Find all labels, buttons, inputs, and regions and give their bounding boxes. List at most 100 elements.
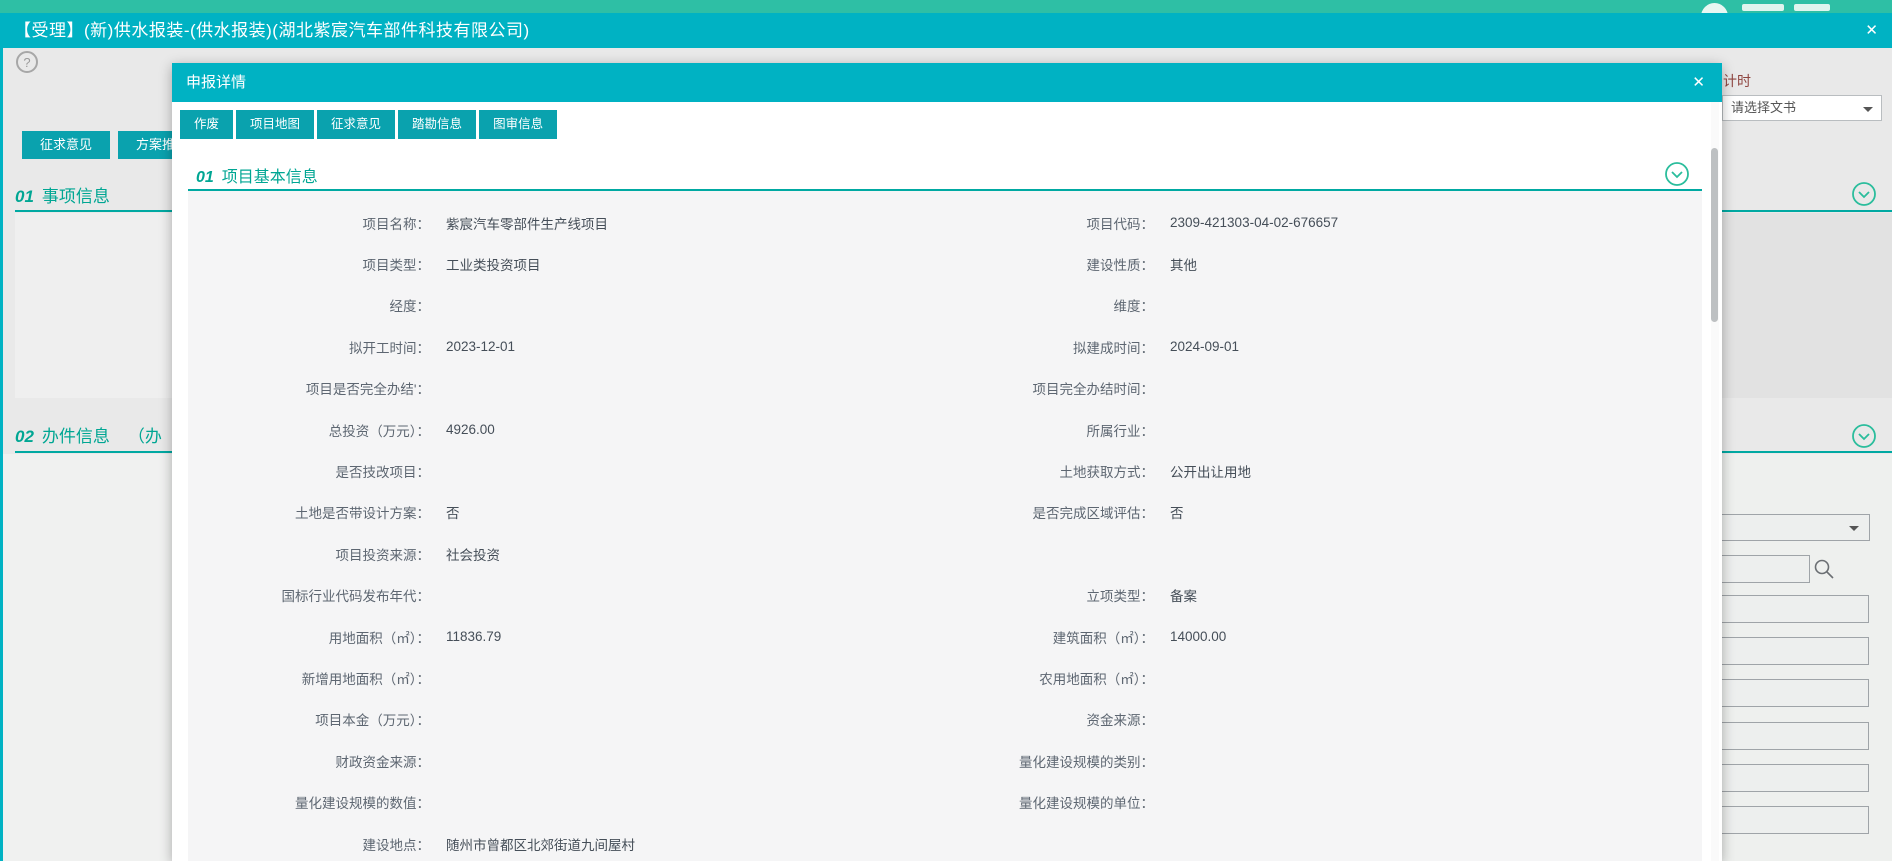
section-divider [1720, 210, 1892, 212]
form-row: 国标行业代码发布年代：立项类型：备案 [188, 575, 1702, 616]
declaration-detail-modal: 申报详情 ✕ 作废项目地图征求意见踏勘信息图审信息 01 项目基本信息 项目名称：… [172, 63, 1722, 861]
form-row: 项目是否完全办结'： 项目完全办结时间： [188, 368, 1702, 409]
form-row: 总投资（万元）：4926.00所属行业： [188, 409, 1702, 450]
field-label: 项目类型： [188, 254, 430, 274]
field-value: 2024-09-01 [1154, 339, 1702, 354]
field-label: 所属行业： [854, 420, 1154, 440]
document-select-value: 请选择文书 [1731, 100, 1796, 115]
form-row: 项目投资来源：社会投资 [188, 533, 1702, 574]
field-label: 用地面积（㎡）： [188, 627, 430, 647]
field-label: 量化建设规模的单位： [854, 792, 1154, 812]
collapse-chevron-icon[interactable] [1851, 181, 1877, 207]
window-titlebar: 【受理】(新)供水报装-(供水报装)(湖北紫宸汽车部件科技有限公司) ✕ [0, 13, 1892, 48]
field-label: 新增用地面积（㎡）： [188, 668, 430, 688]
field-label: 土地是否带设计方案： [188, 502, 430, 522]
field-label: 项目是否完全办结'： [188, 378, 430, 398]
field-label: 资金来源： [854, 709, 1154, 729]
window-close-icon[interactable]: ✕ [1865, 13, 1878, 48]
window-title: 【受理】(新)供水报装-(供水报装)(湖北紫宸汽车部件科技有限公司) [14, 13, 530, 48]
section-number: 01 [15, 187, 34, 206]
form-row: 量化建设规模的数值： 量化建设规模的单位： [188, 781, 1702, 822]
caret-down-icon [1863, 107, 1873, 112]
form-row: 建设地点：随州市曾都区北郊街道九间屋村 [188, 823, 1702, 861]
field-label: 经度： [188, 295, 430, 315]
bg-dropdown[interactable] [1718, 514, 1870, 541]
field-label: 总投资（万元）： [188, 420, 430, 440]
document-select[interactable]: 请选择文书 [1722, 95, 1882, 121]
timer-label: 计时 [1723, 71, 1751, 91]
modal-form: 项目名称：紫宸汽车零部件生产线项目项目代码：2309-421303-04-02-… [188, 191, 1702, 861]
search-icon[interactable] [1812, 557, 1836, 581]
form-row: 土地是否带设计方案：否是否完成区域评估：否 [188, 492, 1702, 533]
section-divider [1720, 451, 1892, 453]
modal-tab-void[interactable]: 作废 [180, 110, 233, 139]
section-divider [15, 210, 172, 212]
help-icon[interactable]: ? [16, 51, 38, 73]
field-value: 否 [1154, 502, 1702, 522]
bg-input-field[interactable] [1718, 637, 1869, 665]
field-label: 项目完全办结时间： [854, 378, 1154, 398]
field-value: 紫宸汽车零部件生产线项目 [430, 213, 854, 233]
field-value: 4926.00 [430, 422, 854, 437]
bg-input-field[interactable] [1718, 595, 1869, 623]
field-label: 维度： [854, 295, 1154, 315]
form-row: 项目本金（万元）： 资金来源： [188, 699, 1702, 740]
modal-tab-solicit-opinions[interactable]: 征求意见 [317, 110, 395, 139]
field-value: 2023-12-01 [430, 339, 854, 354]
modal-header: 申报详情 ✕ [172, 63, 1722, 102]
section-title: 事项信息 [42, 187, 110, 206]
field-label: 财政资金来源： [188, 751, 430, 771]
collapse-chevron-icon[interactable] [1664, 161, 1690, 187]
form-row: 项目类型：工业类投资项目建设性质：其他 [188, 243, 1702, 284]
bg-button-solicit-opinions[interactable]: 征求意见 [22, 131, 110, 159]
field-label: 建设地点： [188, 834, 430, 854]
collapse-chevron-icon[interactable] [1851, 423, 1877, 449]
top-user-strip [0, 0, 1892, 13]
bg-section-matter-info: 01 事项信息 [15, 182, 110, 207]
bg-content-block [1720, 213, 1892, 398]
field-label: 拟建成时间： [854, 337, 1154, 357]
modal-tab-project-map[interactable]: 项目地图 [236, 110, 314, 139]
modal-section-header: 01 项目基本信息 [196, 163, 318, 187]
form-row: 拟开工时间：2023-12-01拟建成时间：2024-09-01 [188, 326, 1702, 367]
field-label: 量化建设规模的类别： [854, 751, 1154, 771]
modal-tab-survey-info[interactable]: 踏勘信息 [398, 110, 476, 139]
field-label: 建设性质： [854, 254, 1154, 274]
field-label: 土地获取方式： [854, 461, 1154, 481]
bg-search-input[interactable] [1718, 555, 1810, 583]
field-label: 建筑面积（㎡）： [854, 627, 1154, 647]
field-label: 立项类型： [854, 585, 1154, 605]
modal-close-icon[interactable]: ✕ [1692, 63, 1705, 102]
modal-title: 申报详情 [186, 63, 246, 102]
bg-input-field[interactable] [1718, 806, 1869, 834]
field-label: 项目名称： [188, 213, 430, 233]
section-title: 办件信息 [42, 427, 110, 446]
field-value: 其他 [1154, 254, 1702, 274]
caret-down-icon [1849, 526, 1859, 531]
modal-tab-drawing-review-info[interactable]: 图审信息 [479, 110, 557, 139]
section-number: 02 [15, 427, 34, 446]
field-label: 项目本金（万元）： [188, 709, 430, 729]
section-title: 项目基本信息 [222, 169, 318, 186]
field-label: 农用地面积（㎡）： [854, 668, 1154, 688]
field-label: 是否技改项目： [188, 461, 430, 481]
modal-scrollbar[interactable] [1711, 102, 1719, 861]
bg-input-field[interactable] [1718, 722, 1869, 750]
scrollbar-thumb[interactable] [1711, 148, 1718, 322]
field-value: 14000.00 [1154, 629, 1702, 644]
form-row: 项目名称：紫宸汽车零部件生产线项目项目代码：2309-421303-04-02-… [188, 202, 1702, 243]
user-name-fragment [1742, 4, 1784, 11]
user-role-fragment [1794, 4, 1830, 11]
field-label: 是否完成区域评估： [854, 502, 1154, 522]
bg-input-field[interactable] [1718, 764, 1869, 792]
field-label: 量化建设规模的数值： [188, 792, 430, 812]
field-value: 否 [430, 502, 854, 522]
bg-input-field[interactable] [1718, 679, 1869, 707]
section-divider [15, 451, 172, 453]
avatar[interactable] [1701, 3, 1728, 13]
field-value: 工业类投资项目 [430, 254, 854, 274]
modal-tabs: 作废项目地图征求意见踏勘信息图审信息 [180, 110, 557, 139]
field-value: 11836.79 [430, 629, 854, 644]
bg-content-block [15, 213, 172, 398]
section-number: 01 [196, 169, 214, 186]
